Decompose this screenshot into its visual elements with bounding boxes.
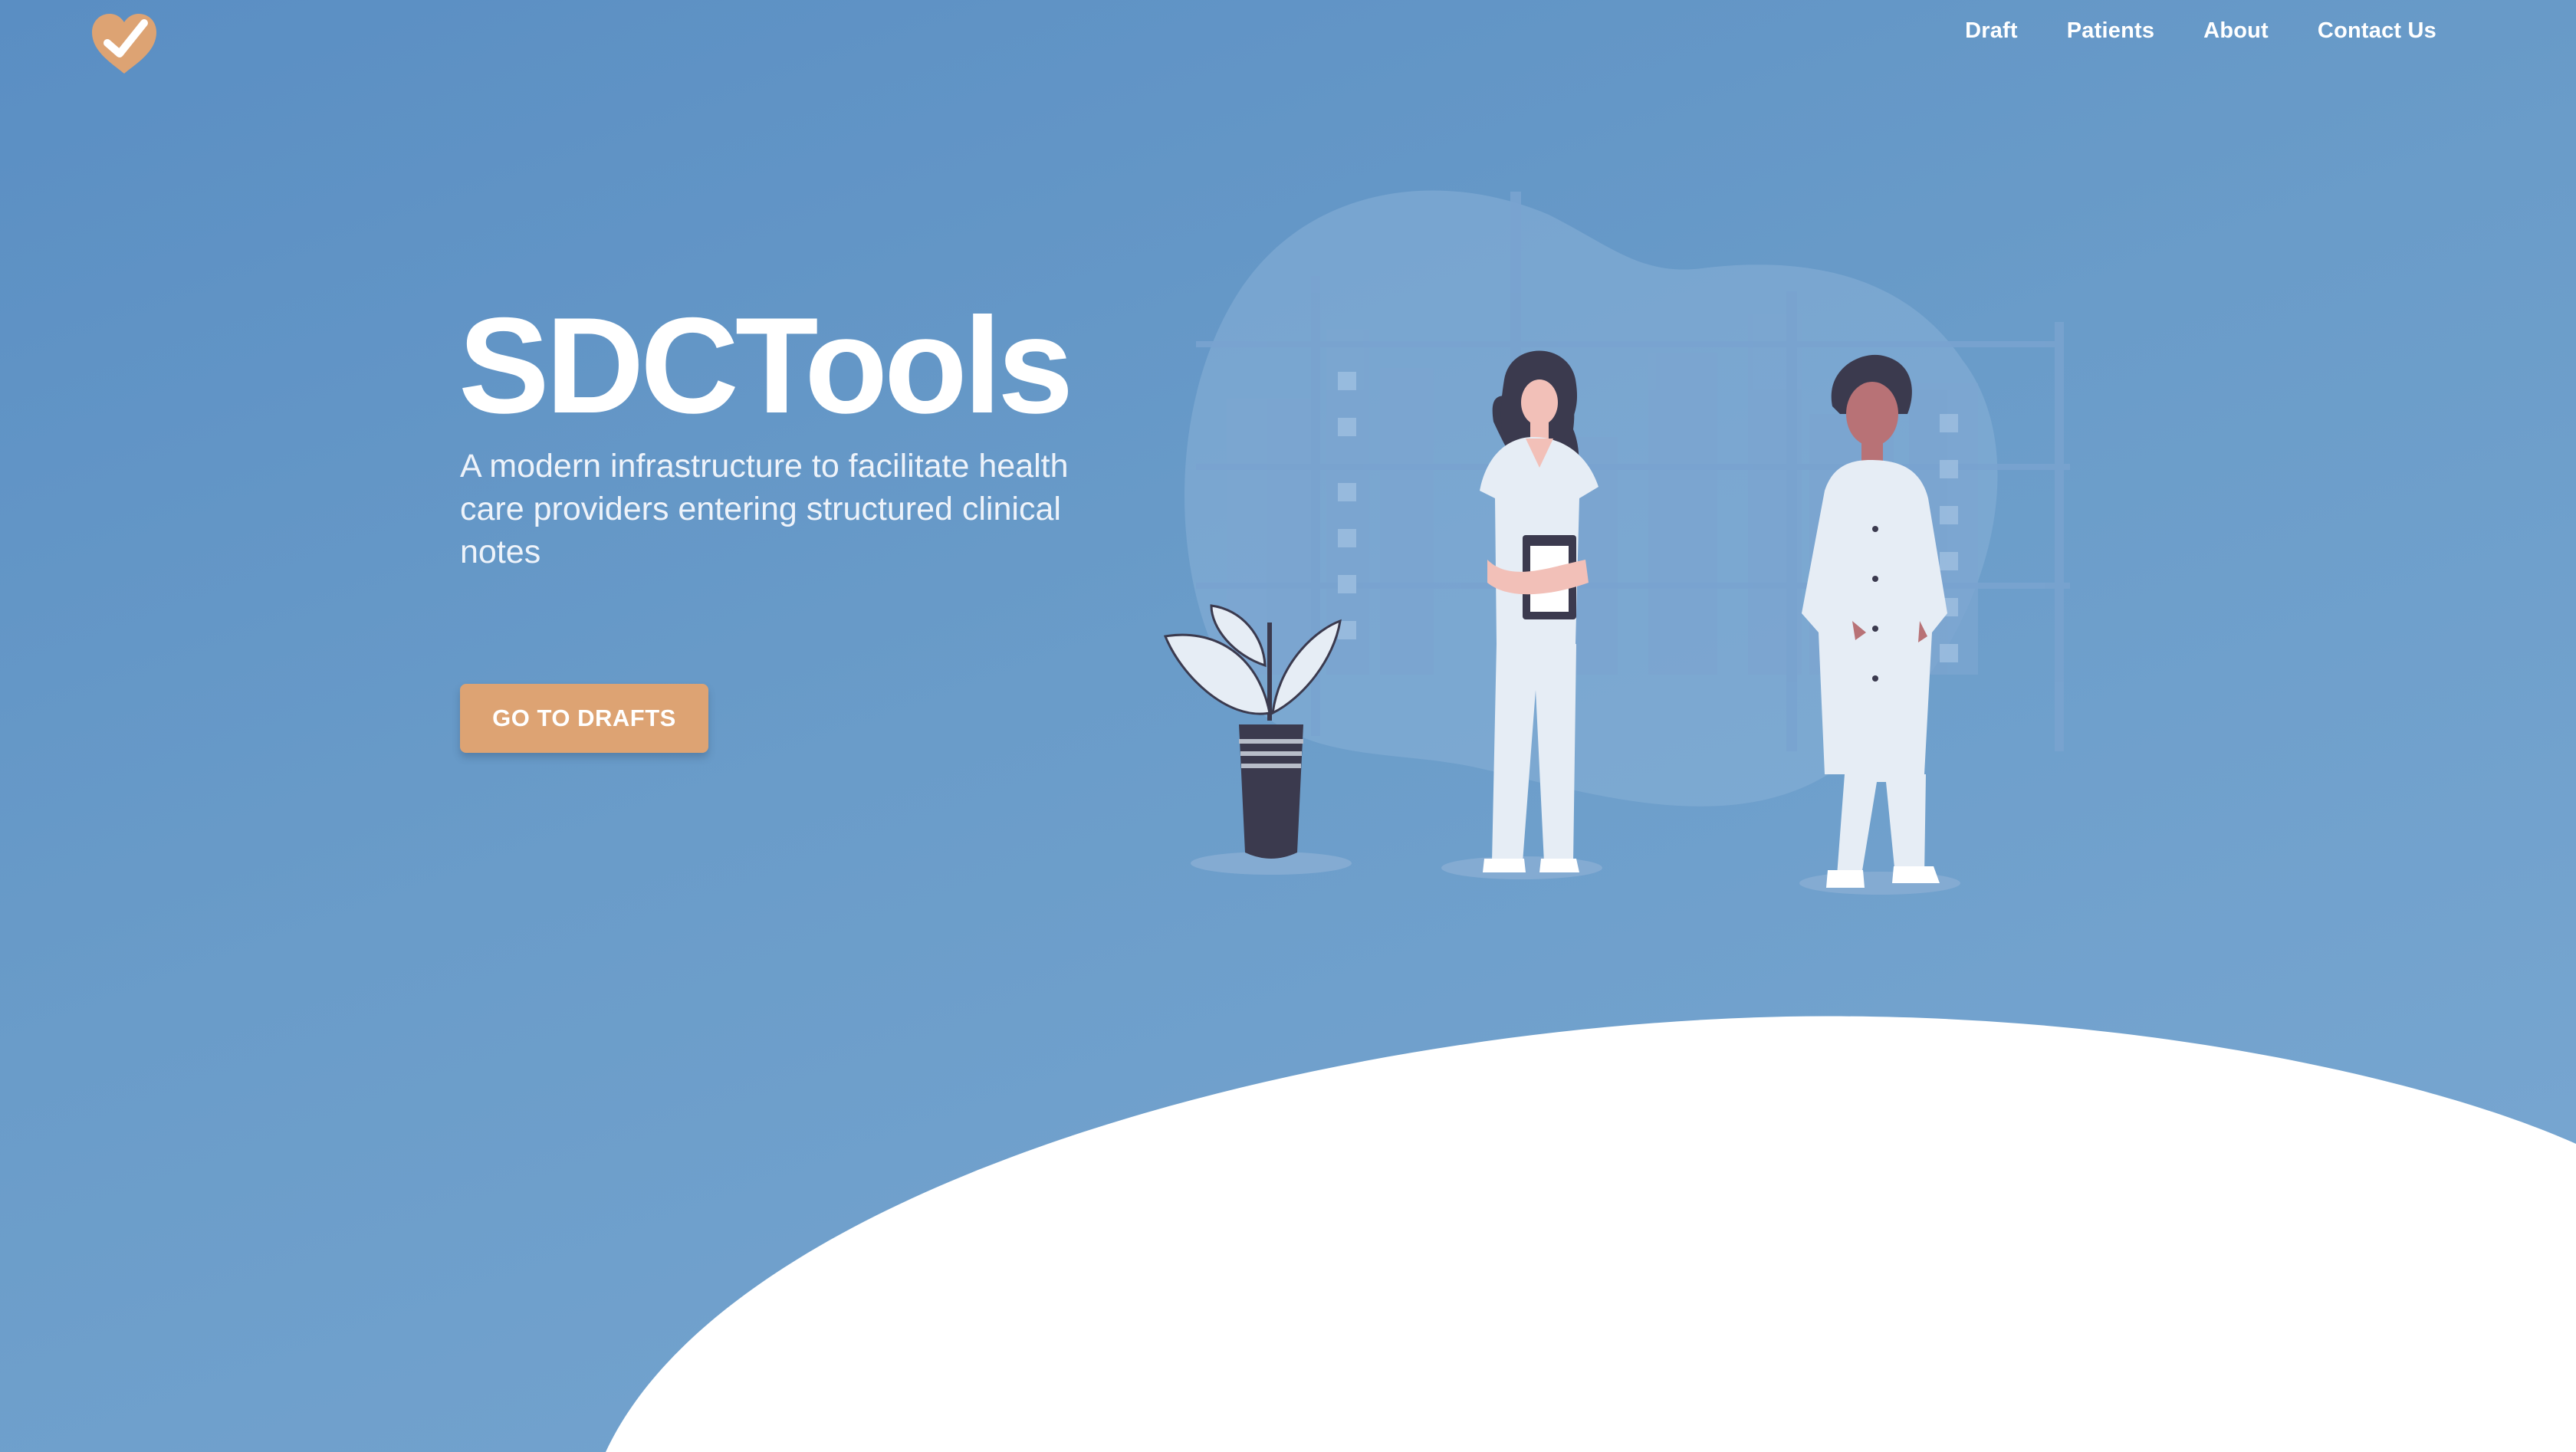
- nav-patients-link[interactable]: Patients: [2067, 18, 2154, 44]
- nav-about-link[interactable]: About: [2203, 18, 2269, 44]
- hero-subtitle: A modern infrastructure to facilitate he…: [460, 448, 1069, 570]
- heart-check-icon[interactable]: [90, 12, 158, 77]
- doctors-illustration: [1163, 190, 2070, 895]
- nav-contact-link[interactable]: Contact Us: [2318, 18, 2436, 44]
- nav-draft-link[interactable]: Draft: [1965, 18, 2018, 44]
- top-nav: Draft Patients About Contact Us: [1965, 18, 2436, 44]
- hero-title: SDCTools: [458, 289, 1073, 442]
- go-to-drafts-button[interactable]: GO TO DRAFTS: [460, 684, 708, 753]
